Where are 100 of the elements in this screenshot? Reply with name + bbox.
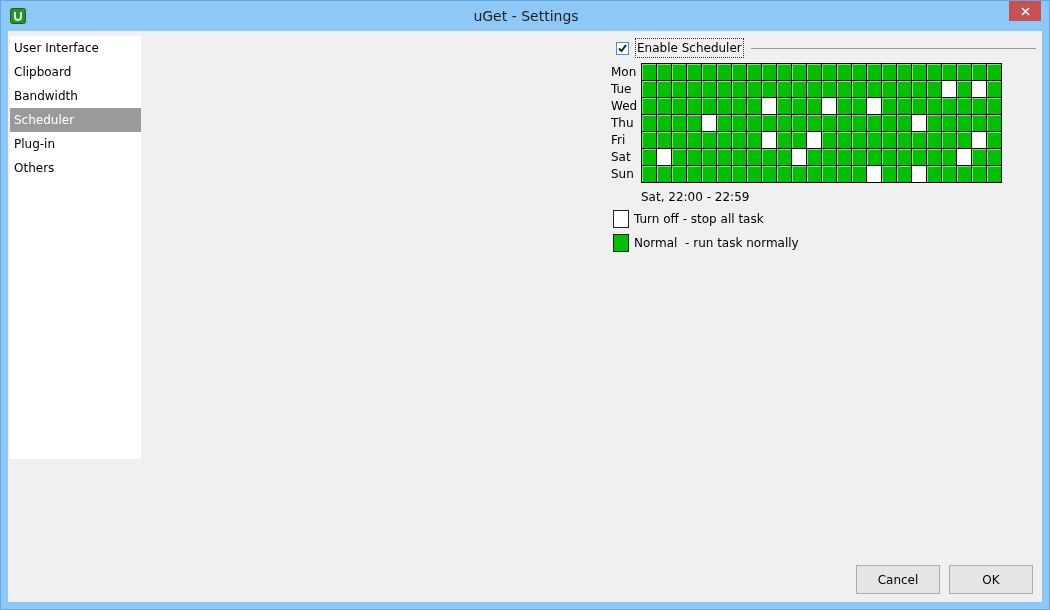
schedule-cell[interactable] (777, 98, 791, 114)
schedule-cell[interactable] (702, 166, 716, 182)
schedule-cell[interactable] (762, 166, 776, 182)
schedule-cell[interactable] (942, 132, 956, 148)
schedule-cell[interactable] (912, 64, 926, 80)
schedule-cell[interactable] (672, 64, 686, 80)
schedule-cell[interactable] (642, 81, 656, 97)
schedule-cell[interactable] (657, 81, 671, 97)
schedule-cell[interactable] (777, 132, 791, 148)
schedule-cell[interactable] (927, 64, 941, 80)
schedule-cell[interactable] (882, 166, 896, 182)
schedule-cell[interactable] (912, 132, 926, 148)
schedule-cell[interactable] (807, 81, 821, 97)
schedule-cell[interactable] (792, 166, 806, 182)
schedule-cell[interactable] (882, 132, 896, 148)
schedule-cell[interactable] (972, 132, 986, 148)
schedule-cell[interactable] (972, 81, 986, 97)
schedule-cell[interactable] (912, 81, 926, 97)
schedule-cell[interactable] (972, 166, 986, 182)
schedule-cell[interactable] (807, 132, 821, 148)
schedule-cell[interactable] (927, 98, 941, 114)
schedule-cell[interactable] (822, 132, 836, 148)
schedule-cell[interactable] (777, 64, 791, 80)
schedule-cell[interactable] (732, 132, 746, 148)
schedule-cell[interactable] (717, 64, 731, 80)
schedule-cell[interactable] (672, 81, 686, 97)
schedule-cell[interactable] (927, 166, 941, 182)
schedule-cell[interactable] (852, 81, 866, 97)
schedule-cell[interactable] (882, 149, 896, 165)
schedule-cell[interactable] (987, 98, 1001, 114)
schedule-cell[interactable] (987, 115, 1001, 131)
schedule-cell[interactable] (642, 98, 656, 114)
schedule-cell[interactable] (957, 166, 971, 182)
schedule-cell[interactable] (882, 64, 896, 80)
schedule-cell[interactable] (642, 166, 656, 182)
schedule-cell[interactable] (987, 132, 1001, 148)
schedule-cell[interactable] (927, 115, 941, 131)
schedule-cell[interactable] (747, 81, 761, 97)
schedule-cell[interactable] (732, 98, 746, 114)
schedule-cell[interactable] (792, 81, 806, 97)
enable-label[interactable]: Enable Scheduler (635, 38, 744, 58)
schedule-cell[interactable] (822, 115, 836, 131)
sidebar-item[interactable]: Bandwidth (10, 84, 141, 108)
schedule-cell[interactable] (807, 149, 821, 165)
schedule-cell[interactable] (807, 98, 821, 114)
schedule-cell[interactable] (672, 149, 686, 165)
schedule-cell[interactable] (897, 149, 911, 165)
schedule-cell[interactable] (702, 64, 716, 80)
schedule-cell[interactable] (732, 149, 746, 165)
schedule-cell[interactable] (747, 98, 761, 114)
schedule-cell[interactable] (957, 115, 971, 131)
schedule-cell[interactable] (867, 115, 881, 131)
schedule-cell[interactable] (687, 115, 701, 131)
schedule-cell[interactable] (972, 149, 986, 165)
schedule-cell[interactable] (777, 149, 791, 165)
schedule-cell[interactable] (687, 149, 701, 165)
schedule-cell[interactable] (717, 98, 731, 114)
schedule-cell[interactable] (777, 115, 791, 131)
schedule-cell[interactable] (912, 115, 926, 131)
schedule-cell[interactable] (927, 132, 941, 148)
schedule-cell[interactable] (807, 166, 821, 182)
schedule-cell[interactable] (777, 166, 791, 182)
schedule-cell[interactable] (852, 166, 866, 182)
schedule-cell[interactable] (897, 98, 911, 114)
schedule-cell[interactable] (897, 115, 911, 131)
sidebar-item[interactable]: Plug-in (10, 132, 141, 156)
sidebar-item[interactable]: User Interface (10, 36, 141, 60)
schedule-cell[interactable] (957, 81, 971, 97)
schedule-cell[interactable] (852, 64, 866, 80)
schedule-cell[interactable] (942, 115, 956, 131)
schedule-cell[interactable] (687, 132, 701, 148)
schedule-cell[interactable] (837, 81, 851, 97)
schedule-cell[interactable] (867, 149, 881, 165)
schedule-cell[interactable] (822, 64, 836, 80)
schedule-cell[interactable] (822, 166, 836, 182)
schedule-cell[interactable] (942, 166, 956, 182)
schedule-cell[interactable] (927, 149, 941, 165)
dialog-button[interactable]: OK (949, 565, 1033, 594)
schedule-cell[interactable] (762, 98, 776, 114)
schedule-cell[interactable] (852, 115, 866, 131)
schedule-cell[interactable] (882, 98, 896, 114)
schedule-cell[interactable] (702, 81, 716, 97)
schedule-cell[interactable] (747, 149, 761, 165)
schedule-cell[interactable] (762, 115, 776, 131)
schedule-cell[interactable] (837, 98, 851, 114)
close-button[interactable] (1009, 1, 1041, 21)
schedule-cell[interactable] (657, 166, 671, 182)
schedule-cell[interactable] (867, 166, 881, 182)
schedule-cell[interactable] (717, 115, 731, 131)
schedule-cell[interactable] (972, 98, 986, 114)
schedule-cell[interactable] (732, 166, 746, 182)
schedule-cell[interactable] (942, 81, 956, 97)
schedule-cell[interactable] (672, 166, 686, 182)
schedule-cell[interactable] (912, 166, 926, 182)
schedule-cell[interactable] (912, 149, 926, 165)
schedule-cell[interactable] (747, 166, 761, 182)
schedule-cell[interactable] (702, 132, 716, 148)
schedule-cell[interactable] (957, 64, 971, 80)
schedule-cell[interactable] (972, 115, 986, 131)
schedule-cell[interactable] (852, 149, 866, 165)
